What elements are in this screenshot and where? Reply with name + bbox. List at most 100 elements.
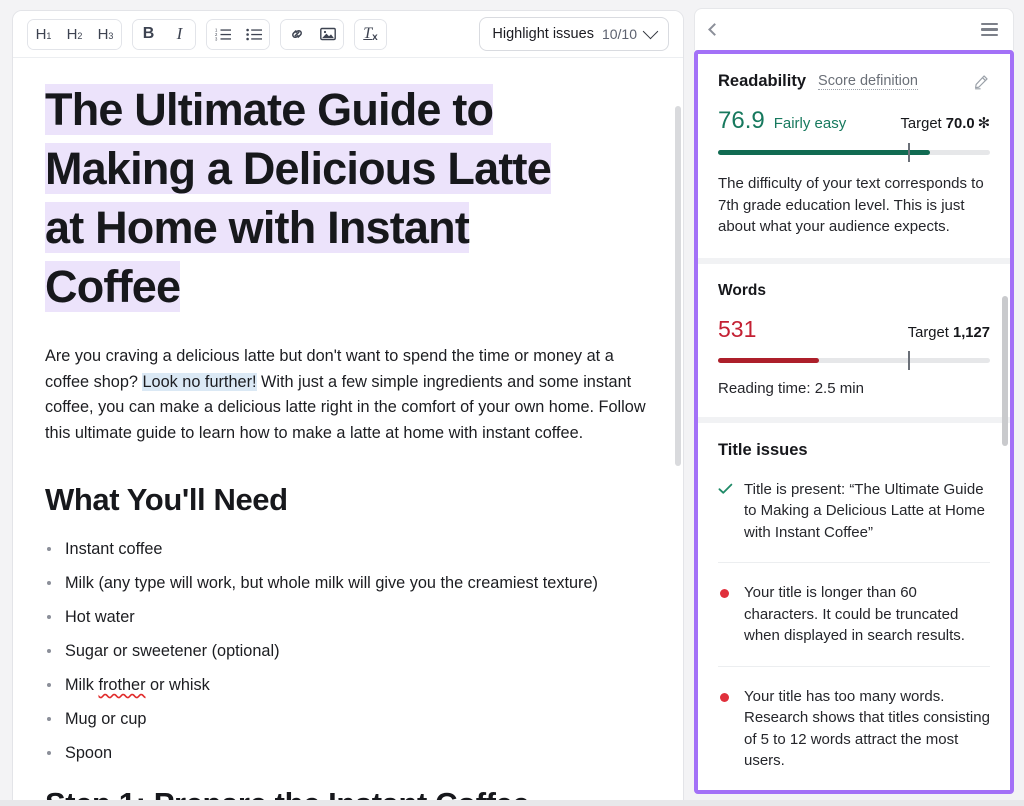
svg-text:3: 3: [215, 36, 218, 41]
readability-target-prefix: Target: [901, 116, 946, 132]
image-button[interactable]: [312, 20, 343, 49]
clear-format-sub: x: [372, 32, 378, 43]
intro-paragraph: Are you craving a delicious latte but do…: [45, 344, 653, 446]
editor-scrollbar[interactable]: [675, 106, 681, 466]
words-card: Words 531 Target 1,127 Reading time: 2.5…: [698, 264, 1010, 417]
highlight-issues-count: 10/10: [602, 26, 637, 42]
highlight-issues-label: Highlight issues: [492, 26, 594, 42]
app-root: H1 H2 H3 B I 1 2 3: [0, 0, 1024, 806]
title-issue-text: Title is present: “The Ultimate Guide to…: [744, 479, 990, 544]
list-item: Instant coffee: [45, 538, 653, 560]
seo-side-panel: Readability Score definition 76.9 Fairly…: [694, 8, 1014, 800]
editor-panel: H1 H2 H3 B I 1 2 3: [12, 10, 684, 806]
heading-2-label: H: [67, 26, 78, 43]
intro-highlighted-phrase[interactable]: Look no further!: [142, 373, 256, 391]
link-icon: [289, 26, 305, 42]
edit-pencil-icon[interactable]: [972, 73, 990, 91]
heading-2-sub: 2: [77, 31, 82, 41]
title-line-3: at Home with Instant: [45, 202, 469, 253]
heading-1-label: H: [36, 26, 47, 43]
link-button[interactable]: [281, 20, 312, 49]
highlighted-panel-region: Readability Score definition 76.9 Fairly…: [694, 50, 1014, 794]
list-group: 1 2 3: [206, 19, 270, 50]
highlight-issues-dropdown[interactable]: Highlight issues 10/10: [479, 17, 669, 51]
chevron-down-icon: [643, 24, 659, 40]
words-count: 531: [718, 316, 756, 343]
readability-target-marker: [908, 143, 910, 162]
title-issues-heading: Title issues: [718, 441, 990, 460]
readability-description: The difficulty of your text corresponds …: [718, 173, 990, 238]
readability-card: Readability Score definition 76.9 Fairly…: [698, 54, 1010, 258]
hamburger-menu-icon[interactable]: [981, 23, 998, 36]
score-definition-link[interactable]: Score definition: [818, 73, 918, 90]
heading-2-button[interactable]: H2: [59, 20, 90, 49]
heading-3-button[interactable]: H3: [90, 20, 121, 49]
reading-time: Reading time: 2.5 min: [718, 380, 990, 397]
ordered-list-icon: 1 2 3: [215, 27, 231, 41]
text-style-group: B I: [132, 19, 196, 50]
title-issue-item[interactable]: Your title has too many words. Research …: [718, 667, 990, 791]
editor-toolbar: H1 H2 H3 B I 1 2 3: [13, 11, 683, 58]
panel-header: [694, 8, 1014, 50]
heading-1-button[interactable]: H1: [28, 20, 59, 49]
requirements-list: Instant coffee Milk (any type will work,…: [45, 538, 653, 764]
list-item: Hot water: [45, 606, 653, 628]
title-line-4: Coffee: [45, 261, 180, 312]
check-icon: [718, 482, 733, 544]
heading-3-sub: 3: [108, 31, 113, 41]
words-target-marker: [908, 351, 910, 370]
document-title: The Ultimate Guide to Making a Delicious…: [45, 80, 653, 316]
words-target-prefix: Target: [908, 325, 953, 341]
title-issue-text: Your title has too many words. Research …: [744, 686, 990, 772]
words-title: Words: [718, 282, 990, 300]
readability-target-asterisk: ✻: [978, 116, 990, 132]
section-heading-what-youll-need: What You'll Need: [45, 482, 653, 518]
error-dot-icon: [718, 589, 733, 647]
title-issue-text: Your title is longer than 60 characters.…: [744, 582, 990, 647]
readability-progress-bar: [718, 150, 990, 155]
heading-button-group: H1 H2 H3: [27, 19, 122, 50]
readability-header: Readability Score definition: [718, 72, 990, 91]
list-item: Spoon: [45, 742, 653, 764]
title-issue-item[interactable]: Title is present: “The Ultimate Guide to…: [718, 460, 990, 564]
words-progress-fill: [718, 358, 819, 363]
panel-scroll-area: Readability Score definition 76.9 Fairly…: [698, 54, 1010, 790]
title-issue-item[interactable]: Your title is longer than 60 characters.…: [718, 563, 990, 667]
readability-score: 76.9: [718, 107, 765, 135]
readability-title: Readability: [718, 72, 806, 91]
image-icon: [320, 27, 336, 41]
heading-1-sub: 1: [46, 31, 51, 41]
title-issues-card: Title issues Title is present: “The Ulti…: [698, 423, 1010, 795]
back-chevron-icon[interactable]: [708, 23, 721, 36]
list-item-with-misspelling: Milk frother or whisk: [45, 674, 653, 696]
bullet-list-button[interactable]: [238, 20, 269, 49]
words-count-row: 531 Target 1,127: [718, 316, 990, 343]
clear-format-label: T: [363, 25, 372, 43]
document-body[interactable]: The Ultimate Guide to Making a Delicious…: [13, 58, 683, 806]
panel-scrollbar[interactable]: [1002, 296, 1008, 446]
readability-score-label: Fairly easy: [774, 115, 847, 132]
readability-target-value: 70.0: [946, 116, 975, 132]
words-target-value: 1,127: [953, 325, 990, 341]
insert-group: [280, 19, 344, 50]
list-item: Sugar or sweetener (optional): [45, 640, 653, 662]
bullet-list-icon: [246, 27, 262, 41]
title-line-1: The Ultimate Guide to: [45, 84, 493, 135]
readability-target: Target 70.0✻: [901, 115, 990, 132]
clear-format-group: Tx: [354, 19, 387, 50]
clear-formatting-button[interactable]: Tx: [355, 20, 386, 49]
list-item: Mug or cup: [45, 708, 653, 730]
error-dot-icon: [718, 693, 733, 772]
italic-button[interactable]: I: [164, 20, 195, 49]
heading-3-label: H: [98, 26, 109, 43]
words-target: Target 1,127: [908, 325, 990, 341]
window-bottom-strip: [0, 800, 1024, 806]
ordered-list-button[interactable]: 1 2 3: [207, 20, 238, 49]
readability-score-row: 76.9 Fairly easy Target 70.0✻: [718, 107, 990, 135]
misspelled-word[interactable]: frother: [98, 676, 145, 694]
title-line-2: Making a Delicious Latte: [45, 143, 551, 194]
readability-progress-fill: [718, 150, 930, 155]
list-item: Milk (any type will work, but whole milk…: [45, 572, 653, 594]
words-progress-bar: [718, 358, 990, 363]
bold-button[interactable]: B: [133, 20, 164, 49]
